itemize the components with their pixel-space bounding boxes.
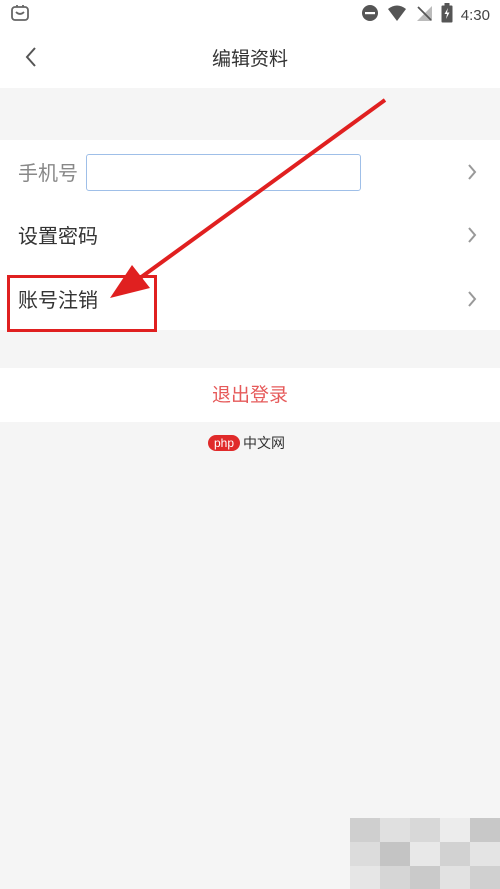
app-notification-icon (10, 3, 30, 27)
watermark-text: 中文网 (243, 436, 286, 452)
nav-bar: 编辑资料 (0, 30, 500, 88)
status-time: 4:30 (460, 6, 490, 24)
annotation-highlight-box (7, 275, 157, 332)
mosaic-patch (350, 818, 500, 889)
phone-input[interactable] (86, 154, 361, 191)
chevron-right-icon (466, 162, 478, 182)
back-button[interactable] (14, 42, 48, 76)
list-item-set-password[interactable]: 设置密码 (0, 203, 500, 266)
set-password-label: 设置密码 (18, 224, 98, 248)
chevron-left-icon (24, 46, 38, 72)
watermark-badge: php (208, 435, 241, 451)
logout-button[interactable]: 退出登录 (0, 368, 500, 422)
watermark: php 中文网 (208, 433, 285, 453)
battery-icon (441, 3, 453, 27)
chevron-right-icon (466, 289, 478, 309)
status-bar: 4:30 (0, 0, 500, 30)
dnd-icon (361, 4, 379, 26)
phone-label: 手机号 (18, 161, 78, 185)
no-signal-icon (415, 4, 433, 26)
page-title: 编辑资料 (211, 48, 288, 70)
list-item-phone[interactable]: 手机号 (0, 140, 500, 203)
chevron-right-icon (466, 225, 478, 245)
wifi-icon (387, 4, 407, 26)
